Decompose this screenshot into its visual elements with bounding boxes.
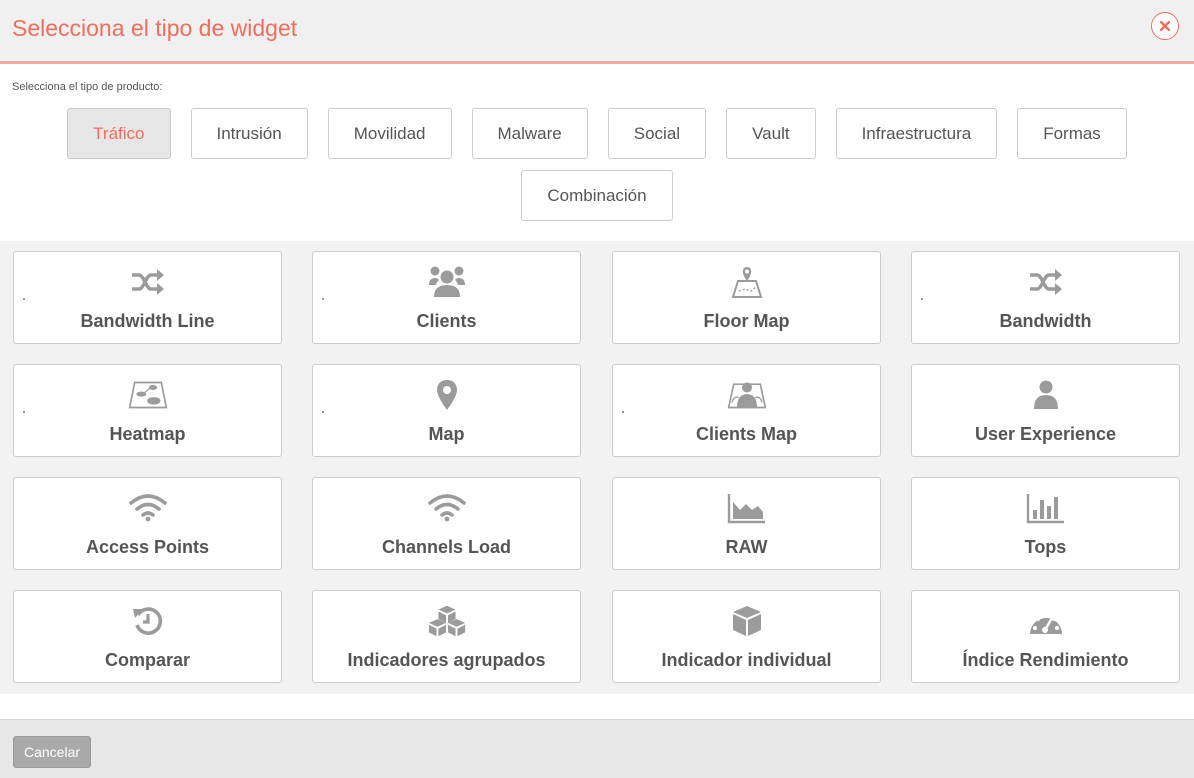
tab-combinacion[interactable]: Combinación: [521, 170, 673, 221]
tab-infraestructura[interactable]: Infraestructura: [835, 108, 998, 159]
marker-dot: [921, 298, 923, 300]
tab-intrusion[interactable]: Intrusión: [190, 108, 308, 159]
widget-label: Comparar: [104, 650, 191, 670]
shuffle-icon: [1026, 264, 1066, 300]
widget-card-floor-map[interactable]: Floor Map: [612, 251, 881, 344]
widget-label: Indicadores agrupados: [347, 650, 546, 670]
widget-card-clients-map[interactable]: Clients Map: [612, 364, 881, 457]
widget-label: RAW: [725, 537, 768, 557]
shuffle-icon: [128, 264, 168, 300]
tab-vault[interactable]: Vault: [726, 108, 816, 159]
users-icon: [427, 264, 467, 300]
tab-social[interactable]: Social: [607, 108, 707, 159]
widget-card-map[interactable]: Map: [312, 364, 581, 457]
widget-label: Bandwidth Line: [80, 311, 215, 331]
area-chart-icon: [727, 490, 767, 526]
widget-label: Indicador individual: [661, 650, 832, 670]
marker-dot: [23, 411, 25, 413]
widget-card-user-experience[interactable]: User Experience: [911, 364, 1180, 457]
tab-malware[interactable]: Malware: [471, 108, 588, 159]
user-icon: [1026, 377, 1066, 413]
tab-movilidad[interactable]: Movilidad: [327, 108, 452, 159]
widget-label: Bandwidth: [999, 311, 1092, 331]
widget-label: Floor Map: [703, 311, 790, 331]
bar-chart-icon: [1026, 490, 1066, 526]
heatmap-icon: [128, 377, 168, 413]
widget-label: User Experience: [974, 424, 1117, 444]
dialog-title: Selecciona el tipo de widget: [12, 15, 298, 41]
widget-label: Clients: [416, 311, 477, 331]
widget-label: Tops: [1024, 537, 1067, 557]
product-type-label: Selecciona el tipo de producto:: [12, 81, 163, 93]
cubes-icon: [427, 603, 467, 639]
widget-label: Índice Rendimiento: [962, 650, 1129, 670]
history-icon: [128, 603, 168, 639]
widget-card-bandwidth-line[interactable]: Bandwidth Line: [13, 251, 282, 344]
product-tabs-row2: Combinación: [0, 170, 1194, 221]
dialog-header: Selecciona el tipo de widget: [0, 0, 1194, 64]
tab-formas[interactable]: Formas: [1017, 108, 1127, 159]
dialog-footer: Cancelar: [0, 719, 1194, 778]
widget-card-heatmap[interactable]: Heatmap: [13, 364, 282, 457]
widget-card-raw[interactable]: RAW: [612, 477, 881, 570]
widget-label: Heatmap: [109, 424, 186, 444]
wifi-icon: [427, 490, 467, 526]
wifi-icon: [128, 490, 168, 526]
widget-card-indicador-individual[interactable]: Indicador individual: [612, 590, 881, 683]
widget-label: Access Points: [85, 537, 210, 557]
widget-card-channels-load[interactable]: Channels Load: [312, 477, 581, 570]
widget-card-bandwidth[interactable]: Bandwidth: [911, 251, 1180, 344]
clients-map-icon: [727, 377, 767, 413]
dashboard-gauge-icon: [1026, 603, 1066, 639]
widget-label: Clients Map: [695, 424, 797, 444]
widget-card-tops[interactable]: Tops: [911, 477, 1180, 570]
marker-dot: [322, 298, 324, 300]
close-button[interactable]: [1151, 12, 1179, 40]
marker-dot: [622, 411, 624, 413]
widget-card-indice-rendimiento[interactable]: Índice Rendimiento: [911, 590, 1180, 683]
close-icon: [1160, 21, 1170, 31]
map-marker-icon: [427, 377, 467, 413]
widget-card-comparar[interactable]: Comparar: [13, 590, 282, 683]
marker-dot: [23, 298, 25, 300]
tab-trafico[interactable]: Tráfico: [67, 108, 171, 159]
cancel-button[interactable]: Cancelar: [13, 736, 91, 768]
widget-label: Channels Load: [381, 537, 511, 557]
floor-map-icon: [727, 264, 767, 300]
widget-card-indicadores-agrupados[interactable]: Indicadores agrupados: [312, 590, 581, 683]
widget-label: Map: [428, 424, 465, 444]
widget-card-access-points[interactable]: Access Points: [13, 477, 282, 570]
cube-icon: [727, 603, 767, 639]
marker-dot: [322, 411, 324, 413]
widget-grid: Bandwidth Line Clients Floor Map Bandwid…: [0, 241, 1194, 694]
product-tabs: Tráfico Intrusión Movilidad Malware Soci…: [0, 108, 1194, 159]
widget-card-clients[interactable]: Clients: [312, 251, 581, 344]
